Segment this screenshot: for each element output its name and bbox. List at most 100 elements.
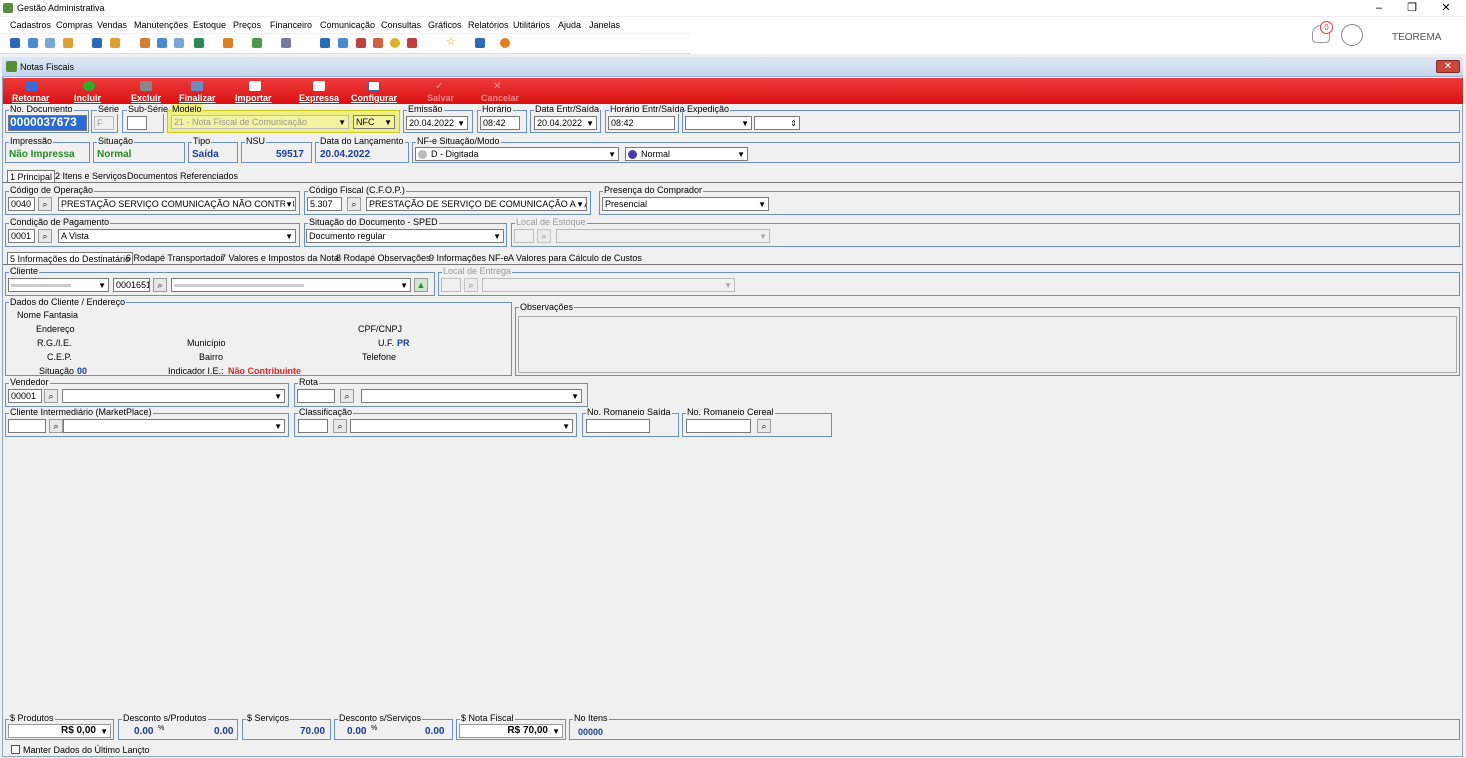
minimize-button[interactable]: – xyxy=(1364,0,1394,16)
mail-icon[interactable] xyxy=(373,38,383,48)
incluir-button[interactable]: Incluir xyxy=(74,93,101,103)
subtab-observacoes[interactable]: 8 Rodapé Observações xyxy=(334,252,433,264)
tab-documentos[interactable]: Documentos Referenciados xyxy=(125,170,240,182)
search-icon[interactable]: ⌕ xyxy=(464,278,478,292)
search-icon[interactable]: ⌕ xyxy=(340,389,354,403)
expressa-button[interactable]: Expressa xyxy=(299,93,339,103)
expedicao-time[interactable]: ⇕ xyxy=(754,116,800,130)
menu-utilitarios[interactable]: Utilitários xyxy=(513,20,550,30)
close-button[interactable]: ✕ xyxy=(1431,0,1461,16)
search-icon[interactable]: ⌕ xyxy=(757,419,771,433)
window-icon[interactable] xyxy=(475,38,485,48)
tag-icon[interactable] xyxy=(110,38,120,48)
menu-cadastros[interactable]: Cadastros xyxy=(10,20,51,30)
local-entrega-field[interactable] xyxy=(441,278,461,292)
cod-operacao-field[interactable]: 0040 xyxy=(8,197,35,211)
avatar-icon[interactable] xyxy=(1341,24,1363,46)
romaneio-saida-field[interactable] xyxy=(586,419,650,433)
list-icon[interactable] xyxy=(45,38,55,48)
excluir-button[interactable]: Excluir xyxy=(131,93,161,103)
menu-vendas[interactable]: Vendas xyxy=(97,20,127,30)
menu-janelas[interactable]: Janelas xyxy=(589,20,620,30)
tab-itens[interactable]: 2 Itens e Serviços xyxy=(53,170,129,182)
presenca-select[interactable]: Presencial ▼ xyxy=(602,197,769,211)
configurar-button[interactable]: Configurar xyxy=(351,93,397,103)
subserie-field[interactable] xyxy=(127,116,147,130)
menu-consultas[interactable]: Consultas xyxy=(381,20,421,30)
search-icon[interactable]: ⌕ xyxy=(49,419,63,433)
menu-precos[interactable]: Preços xyxy=(233,20,261,30)
intermediario-field[interactable] xyxy=(8,419,46,433)
emissao-field[interactable]: 20.04.2022 ▼ xyxy=(406,116,468,130)
search-icon[interactable]: ⌕ xyxy=(153,278,167,292)
cliente-codigo-field[interactable]: 0001651 xyxy=(113,278,150,292)
menu-manutencoes[interactable]: Manutenções xyxy=(134,20,188,30)
folder-icon[interactable] xyxy=(10,38,20,48)
menu-estoque[interactable]: Estoque xyxy=(193,20,226,30)
card-icon[interactable] xyxy=(174,38,184,48)
sit-doc-select[interactable]: Documento regular ▼ xyxy=(306,229,504,243)
no-documento-field[interactable]: 0000037673 xyxy=(8,115,87,131)
cart-icon[interactable] xyxy=(194,38,204,48)
cod-operacao-select[interactable]: PRESTAÇÃO SERVIÇO COMUNICAÇÃO NÃO CONTRI… xyxy=(58,197,296,211)
menu-financeiro[interactable]: Financeiro xyxy=(270,20,312,30)
subtab-nfe[interactable]: 9 Informações NF-e xyxy=(427,252,511,264)
nfe-situacao-select[interactable]: D - Digitada ▼ xyxy=(415,147,619,161)
nota-select[interactable]: R$ 70,00 ▼ xyxy=(459,724,563,738)
expedicao-date[interactable]: ▼ xyxy=(685,116,752,130)
data-entr-field[interactable]: 20.04.2022 ▼ xyxy=(534,116,597,130)
subtab-transportador[interactable]: 6 Rodapé Transportador xyxy=(124,252,226,264)
search-icon[interactable]: ⌕ xyxy=(333,419,347,433)
local-entrega-select[interactable]: ▼ xyxy=(482,278,735,292)
subtab-custos[interactable]: A Valores para Cálculo de Custos xyxy=(506,252,644,264)
star-icon[interactable]: ☆ xyxy=(446,36,456,48)
nf-close-button[interactable]: ✕ xyxy=(1436,60,1460,73)
money-icon[interactable] xyxy=(252,38,262,48)
vendedor-field[interactable]: 00001 xyxy=(8,389,42,403)
modelo-select[interactable]: 21 - Nota Fiscal de Comunicação ▼ xyxy=(171,115,349,129)
rota-field[interactable] xyxy=(297,389,335,403)
observacoes-textarea[interactable] xyxy=(518,316,1457,373)
cliente-nome-select[interactable]: ▼ xyxy=(171,278,411,292)
table-icon[interactable] xyxy=(338,38,348,48)
intermediario-select[interactable]: ▼ xyxy=(63,419,285,433)
cfop-select[interactable]: PRESTAÇÃO DE SERVIÇO DE COMUNICAÇÃO A NÃ… xyxy=(366,197,587,211)
calendar-icon[interactable] xyxy=(356,38,366,48)
search-icon[interactable]: ⌕ xyxy=(38,197,52,211)
menu-relatorios[interactable]: Relatórios xyxy=(468,20,509,30)
importar-button[interactable]: Importar xyxy=(235,93,272,103)
serie-field[interactable]: F xyxy=(94,116,114,130)
cliente-tipo-select[interactable]: ▼ xyxy=(8,278,109,292)
report-icon[interactable] xyxy=(320,38,330,48)
restore-button[interactable]: ❐ xyxy=(1397,0,1427,16)
cancelar-button[interactable]: Cancelar xyxy=(481,93,519,103)
chart-icon[interactable] xyxy=(28,38,38,48)
menu-ajuda[interactable]: Ajuda xyxy=(558,20,581,30)
pdf-icon[interactable] xyxy=(407,38,417,48)
calc-icon[interactable] xyxy=(157,38,167,48)
doc-icon[interactable] xyxy=(92,38,102,48)
cfop-field[interactable]: 5.307 xyxy=(307,197,342,211)
salvar-button[interactable]: Salvar xyxy=(427,93,454,103)
retornar-button[interactable]: Retornar xyxy=(12,93,50,103)
box-icon[interactable] xyxy=(63,38,73,48)
truck-icon[interactable] xyxy=(223,38,233,48)
romaneio-cereal-field[interactable] xyxy=(686,419,751,433)
local-estoque-select[interactable]: ▼ xyxy=(556,229,770,243)
add-client-icon[interactable]: ▲ xyxy=(414,278,428,292)
horario-field[interactable]: 08:42 xyxy=(480,116,520,130)
nfe-modo-select[interactable]: Normal ▼ xyxy=(625,147,748,161)
modelo-tipo-select[interactable]: NFC ▼ xyxy=(353,115,395,129)
menu-graficos[interactable]: Gráficos xyxy=(428,20,462,30)
vendedor-select[interactable]: ▼ xyxy=(62,389,285,403)
manter-checkbox[interactable] xyxy=(11,745,20,754)
produtos-select[interactable]: R$ 0,00 ▼ xyxy=(8,724,111,738)
search-icon[interactable]: ⌕ xyxy=(38,229,52,243)
power-icon[interactable] xyxy=(500,38,510,48)
printer-icon[interactable] xyxy=(281,38,291,48)
search-icon[interactable]: ⌕ xyxy=(347,197,361,211)
search-icon[interactable]: ⌕ xyxy=(44,389,58,403)
classificacao-select[interactable]: ▼ xyxy=(350,419,573,433)
menu-comunicacao[interactable]: Comunicação xyxy=(320,20,375,30)
cond-pag-select[interactable]: A Vista ▼ xyxy=(58,229,296,243)
